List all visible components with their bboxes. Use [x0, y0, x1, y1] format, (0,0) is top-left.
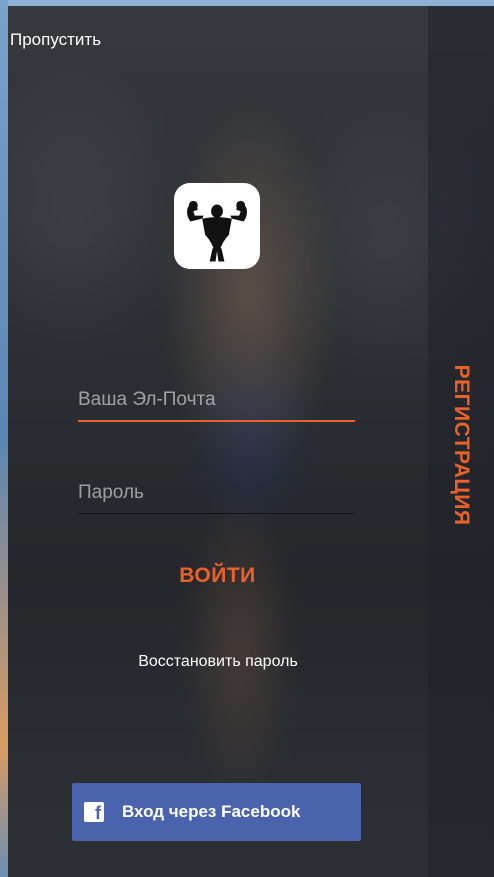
facebook-icon: f [84, 802, 104, 823]
facebook-login-label: Вход через Facebook [122, 802, 301, 821]
register-button[interactable]: РЕГИСТРАЦИЯ [449, 365, 473, 526]
email-field[interactable] [78, 380, 355, 422]
skip-button[interactable]: Пропустить [10, 30, 101, 50]
login-panel [8, 6, 428, 877]
restore-password-link[interactable]: Восстановить пароль [100, 653, 336, 671]
password-field[interactable] [78, 473, 355, 514]
login-button[interactable]: ВОЙТИ [140, 560, 295, 592]
login-screen: Пропустить ВОЙТИ Восстановить п [0, 0, 494, 877]
left-edge [0, 0, 8, 877]
facebook-login-button[interactable]: f Вход через Facebook [72, 783, 361, 841]
password-input[interactable] [78, 473, 355, 513]
app-logo [174, 183, 260, 269]
email-input[interactable] [78, 380, 355, 420]
bodybuilder-icon [187, 200, 247, 262]
